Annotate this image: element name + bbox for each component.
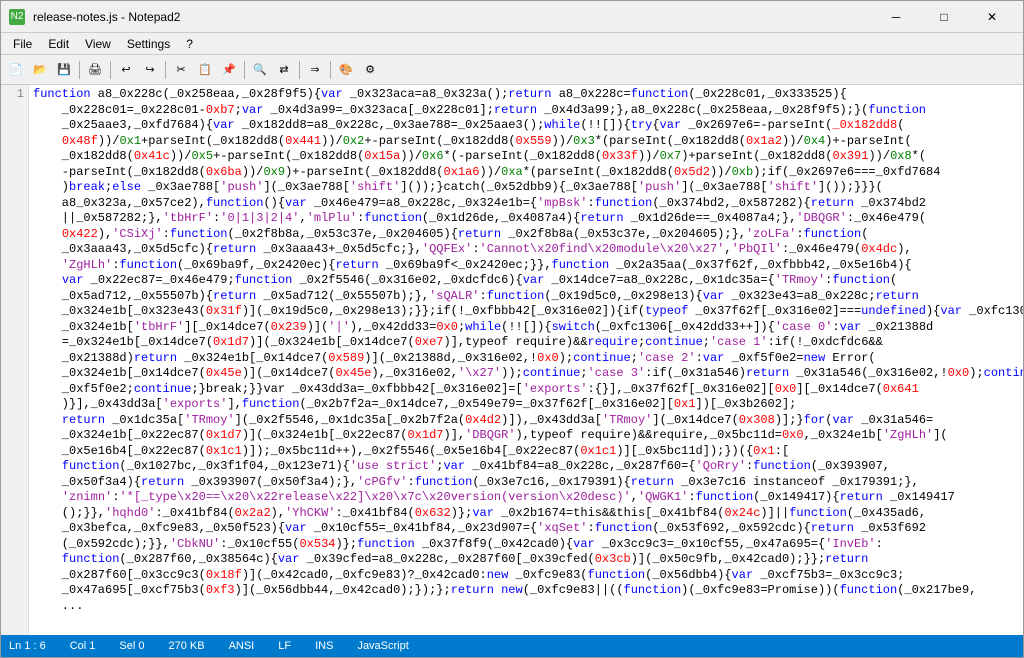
window-title: release-notes.js - Notepad2 <box>33 10 180 24</box>
status-line-col: Ln 1 : 6 <box>9 640 46 652</box>
status-language: JavaScript <box>357 640 408 652</box>
toolbar: 📄 📂 💾 🖨 ↩ ↪ ✂ 📋 📌 🔍 ⇄ ⇒ 🎨 ⚙ <box>1 55 1023 85</box>
title-bar: N2 release-notes.js - Notepad2 ─ □ ✕ <box>1 1 1023 33</box>
title-bar-left: N2 release-notes.js - Notepad2 <box>9 9 180 25</box>
line-numbers: 1 <box>1 85 29 635</box>
menu-file[interactable]: File <box>5 35 40 53</box>
editor-area[interactable]: 1 function a8_0x228c(_0x258eaa,_0x28f9f5… <box>1 85 1023 635</box>
toolbar-copy[interactable]: 📋 <box>194 59 216 81</box>
minimize-button[interactable]: ─ <box>873 7 919 27</box>
toolbar-save[interactable]: 💾 <box>53 59 75 81</box>
menu-edit[interactable]: Edit <box>40 35 77 53</box>
maximize-button[interactable]: □ <box>921 7 967 27</box>
toolbar-sep5 <box>299 61 300 79</box>
toolbar-scheme[interactable]: 🎨 <box>335 59 357 81</box>
toolbar-redo[interactable]: ↪ <box>139 59 161 81</box>
main-window: N2 release-notes.js - Notepad2 ─ □ ✕ Fil… <box>0 0 1024 658</box>
toolbar-sep6 <box>330 61 331 79</box>
toolbar-sep3 <box>165 61 166 79</box>
toolbar-find[interactable]: 🔍 <box>249 59 271 81</box>
toolbar-settings[interactable]: ⚙ <box>359 59 381 81</box>
close-button[interactable]: ✕ <box>969 7 1015 27</box>
status-encoding: ANSI <box>229 640 255 652</box>
menu-help[interactable]: ? <box>178 35 201 53</box>
toolbar-print[interactable]: 🖨 <box>84 59 106 81</box>
status-size: 270 KB <box>168 640 204 652</box>
status-bar: Ln 1 : 6 Col 1 Sel 0 270 KB ANSI LF INS … <box>1 635 1023 657</box>
window-controls: ─ □ ✕ <box>873 7 1015 27</box>
toolbar-open[interactable]: 📂 <box>29 59 51 81</box>
app-icon: N2 <box>9 9 25 25</box>
toolbar-undo[interactable]: ↩ <box>115 59 137 81</box>
toolbar-new[interactable]: 📄 <box>5 59 27 81</box>
toolbar-goto[interactable]: ⇒ <box>304 59 326 81</box>
status-sel: Sel 0 <box>119 640 144 652</box>
toolbar-replace[interactable]: ⇄ <box>273 59 295 81</box>
toolbar-sep4 <box>244 61 245 79</box>
status-ins: INS <box>315 640 333 652</box>
menu-view[interactable]: View <box>77 35 119 53</box>
toolbar-sep2 <box>110 61 111 79</box>
menu-settings[interactable]: Settings <box>119 35 178 53</box>
status-lineending: LF <box>278 640 291 652</box>
code-editor[interactable]: function a8_0x228c(_0x258eaa,_0x28f9f5){… <box>29 85 1023 635</box>
status-col: Col 1 <box>70 640 96 652</box>
toolbar-paste[interactable]: 📌 <box>218 59 240 81</box>
menu-bar: File Edit View Settings ? <box>1 33 1023 55</box>
toolbar-cut[interactable]: ✂ <box>170 59 192 81</box>
toolbar-sep1 <box>79 61 80 79</box>
